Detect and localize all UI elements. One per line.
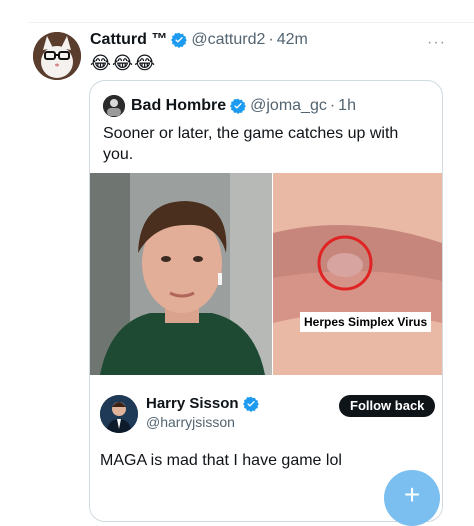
catturd-avatar[interactable] [33,32,81,80]
separator-dot: · [268,31,274,48]
tweet-header: Catturd ™ @catturd2 · 42m [90,31,308,49]
card-verified-badge-icon [242,396,259,412]
quoted-verified-badge-icon [230,98,247,114]
quoted-tweet[interactable]: Bad Hombre @joma_gc · 1h Sooner or later… [89,80,443,522]
quoted-tweet-header: Bad Hombre @joma_gc · 1h [103,95,356,117]
tweet-time[interactable]: 42m [277,31,308,49]
harry-avatar[interactable] [100,395,138,433]
quoted-author-handle: @joma_gc [250,97,327,114]
more-options-icon[interactable]: ··· [427,34,446,52]
image-caption-label: Herpes Simplex Virus [300,312,432,332]
portrait-photo [90,173,272,375]
follow-back-button[interactable]: Follow back [339,395,436,417]
card-user-name[interactable]: Harry Sisson [146,395,239,412]
top-divider [28,22,474,23]
quoted-tweet-time: 1h [338,97,356,114]
card-user-handle[interactable]: @harryjsisson [146,414,235,430]
author-name[interactable]: Catturd ™ [90,31,167,49]
tweet-text: 😂😂😂 [90,53,157,73]
quoted-media[interactable]: Herpes Simplex Virus [90,173,442,375]
quoted-separator-dot: · [329,97,336,114]
card-user-name-row: Harry Sisson [146,395,263,412]
card-post-text: MAGA is mad that I have game lol [100,452,342,469]
verified-badge-icon [171,32,188,48]
quoted-author-name: Bad Hombre [131,97,227,114]
lip-closeup-photo [273,173,442,375]
author-handle[interactable]: @catturd2 [191,31,265,49]
quoted-author-avatar [103,95,125,117]
quoted-tweet-text: Sooner or later, the game catches up wit… [103,125,399,163]
compose-fab-button[interactable]: + [384,470,440,526]
